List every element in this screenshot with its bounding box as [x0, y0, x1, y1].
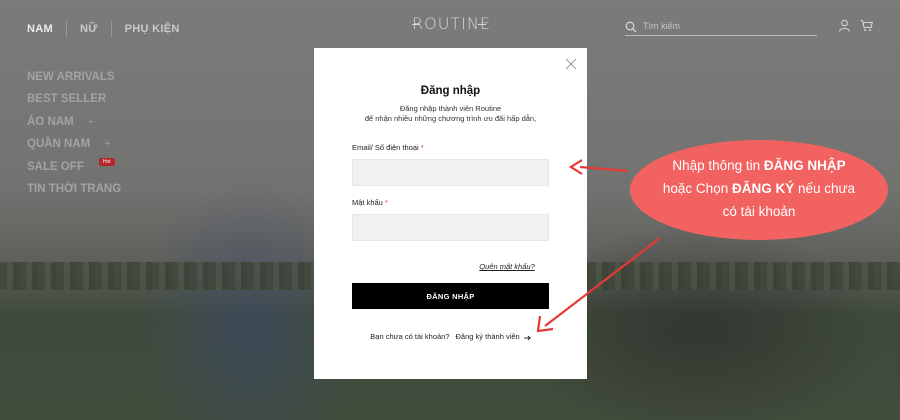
annotation-line: hoặc Chọn ĐĂNG KÝ nếu chưa	[662, 181, 856, 196]
password-field[interactable]	[352, 214, 549, 241]
expand-icon[interactable]: +	[104, 137, 110, 152]
menu-ao-nam[interactable]: ÁO NAM +	[27, 111, 121, 134]
email-field[interactable]	[352, 159, 549, 186]
modal-description: Đăng nhập thành viên Routine để nhận nhi…	[314, 104, 587, 124]
nav-divider	[110, 21, 112, 37]
nav-divider	[65, 21, 67, 37]
expand-icon[interactable]: +	[88, 115, 94, 130]
register-row: Bạn chưa có tài khoản? Đăng ký thành viên	[314, 332, 587, 341]
forgot-password-row: Quên mật khẩu?	[314, 256, 587, 274]
arrow-right-icon[interactable]	[523, 334, 531, 341]
menu-label: NEW ARRIVALS	[27, 70, 115, 83]
menu-best-seller[interactable]: BEST SELLER	[27, 89, 121, 112]
required-mark: *	[420, 143, 424, 152]
menu-label: ÁO NAM	[27, 115, 74, 128]
menu-label: SALE OFF	[27, 160, 84, 173]
modal-title: Đăng nhập	[420, 85, 481, 97]
search-input[interactable]	[643, 20, 803, 31]
menu-sale-off[interactable]: SALE OFF Hot	[27, 156, 121, 179]
email-label-text: Email/ Số điện thoại	[352, 143, 419, 152]
cart-icon[interactable]	[860, 19, 874, 32]
desc-line: để nhận nhiều những chương trình ưu đãi …	[364, 114, 537, 123]
annotation-text: Nhập thông tin ĐĂNG NHẬP hoặc Chọn ĐĂNG …	[630, 154, 888, 223]
annotation-line: có tài khoản	[722, 204, 796, 219]
nav-nu[interactable]: NỮ	[80, 23, 98, 35]
close-icon[interactable]	[565, 57, 577, 70]
user-icon[interactable]	[838, 19, 851, 32]
required-mark: *	[384, 198, 388, 207]
menu-new-arrivals[interactable]: NEW ARRIVALS	[27, 66, 121, 89]
password-label-text: Mật khẩu	[352, 198, 383, 207]
nav-nam[interactable]: NAM	[27, 23, 53, 35]
logo[interactable]: ROUTINE	[412, 14, 490, 36]
search-icon[interactable]	[625, 20, 637, 32]
password-label: Mật khẩu *	[352, 198, 388, 207]
login-button[interactable]: ĐĂNG NHẬP	[352, 283, 549, 309]
menu-label: BEST SELLER	[27, 93, 107, 106]
no-account-text: Bạn chưa có tài khoản?	[370, 332, 450, 341]
register-link[interactable]: Đăng ký thành viên	[456, 332, 520, 341]
annotation-line: Nhập thông tin ĐĂNG NHẬP	[672, 158, 846, 173]
menu-quan-nam[interactable]: QUẦN NAM +	[27, 134, 121, 157]
main-nav: NAM NỮ PHỤ KIỆN	[27, 21, 180, 37]
menu-label: TIN THỜI TRANG	[27, 183, 122, 196]
hot-badge: Hot	[98, 158, 115, 167]
nav-phu-kien[interactable]: PHỤ KIỆN	[125, 23, 180, 35]
forgot-password-link[interactable]: Quên mật khẩu?	[479, 262, 534, 271]
menu-tin-thoi-trang[interactable]: TIN THỜI TRANG	[27, 179, 121, 202]
email-label: Email/ Số điện thoại *	[352, 143, 424, 152]
menu-label: QUẦN NAM	[27, 138, 91, 151]
desc-line: Đăng nhập thành viên Routine	[399, 104, 502, 113]
category-menu: NEW ARRIVALS BEST SELLER ÁO NAM + QUẦN NA…	[27, 66, 121, 201]
search-bar	[625, 16, 817, 36]
